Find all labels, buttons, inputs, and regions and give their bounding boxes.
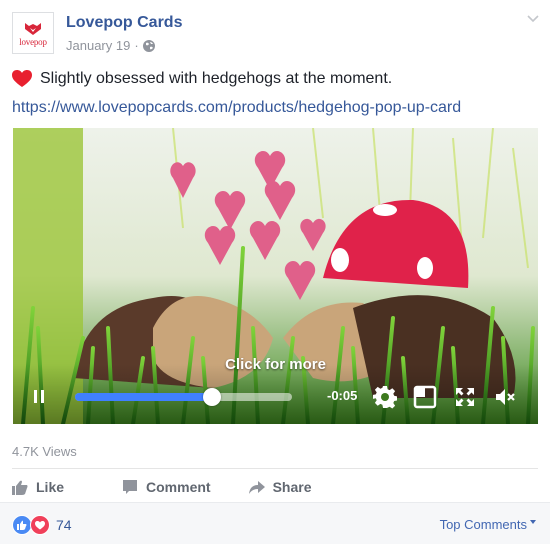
- page-avatar[interactable]: lovepop: [12, 12, 54, 54]
- share-arrow-icon: [248, 481, 265, 494]
- post-message-text: Slightly obsessed with hedgehogs at the …: [40, 70, 393, 87]
- thumbs-up-icon: [12, 480, 28, 495]
- chevron-down-icon[interactable]: [526, 14, 540, 24]
- mute-icon[interactable]: [494, 385, 518, 409]
- share-label: Share: [272, 479, 312, 495]
- post-date[interactable]: January 19: [66, 38, 130, 53]
- reaction-count: 74: [56, 517, 72, 533]
- red-heart-icon: [12, 70, 32, 87]
- reaction-summary[interactable]: 74: [12, 515, 72, 535]
- caret-down-icon: [530, 519, 536, 524]
- comment-icon: [123, 480, 138, 494]
- pause-icon[interactable]: [33, 390, 45, 403]
- view-count: 4.7K Views: [12, 444, 77, 459]
- click-for-more-label[interactable]: Click for more: [13, 356, 538, 373]
- top-comments-dropdown[interactable]: Top Comments: [440, 517, 536, 532]
- post-link[interactable]: https://www.lovepopcards.com/products/he…: [12, 99, 461, 117]
- scrubber-progress: [75, 393, 212, 401]
- video-player[interactable]: Click for more -0:05: [13, 128, 538, 424]
- share-button[interactable]: Share: [248, 479, 312, 495]
- post-footer: 74 Top Comments: [0, 502, 550, 544]
- globe-icon[interactable]: [142, 39, 155, 52]
- avatar-brand-text: lovepop: [19, 36, 47, 47]
- fox-heart-logo-icon: [25, 22, 41, 35]
- fullscreen-icon[interactable]: [453, 385, 477, 409]
- love-reaction-icon: [30, 515, 50, 535]
- video-scrubber[interactable]: [75, 388, 292, 406]
- like-reaction-icon: [12, 515, 32, 535]
- comment-button[interactable]: Comment: [122, 479, 211, 495]
- meta-separator: ·: [134, 38, 139, 53]
- picture-in-picture-icon[interactable]: [413, 385, 437, 409]
- comment-label: Comment: [146, 479, 211, 495]
- settings-icon[interactable]: [373, 385, 397, 409]
- scrubber-handle[interactable]: [202, 388, 221, 406]
- post-meta: January 19 ·: [66, 38, 155, 53]
- time-remaining: -0:05: [327, 388, 358, 403]
- like-button[interactable]: Like: [12, 479, 64, 495]
- top-comments-label: Top Comments: [439, 517, 527, 532]
- feed-post: lovepop Lovepop Cards January 19 · Sligh…: [0, 0, 550, 544]
- page-name-link[interactable]: Lovepop Cards: [66, 14, 182, 32]
- post-message: Slightly obsessed with hedgehogs at the …: [12, 70, 392, 88]
- divider: [12, 468, 538, 469]
- post-actions: Like Comment Share: [12, 476, 350, 498]
- like-label: Like: [36, 479, 65, 495]
